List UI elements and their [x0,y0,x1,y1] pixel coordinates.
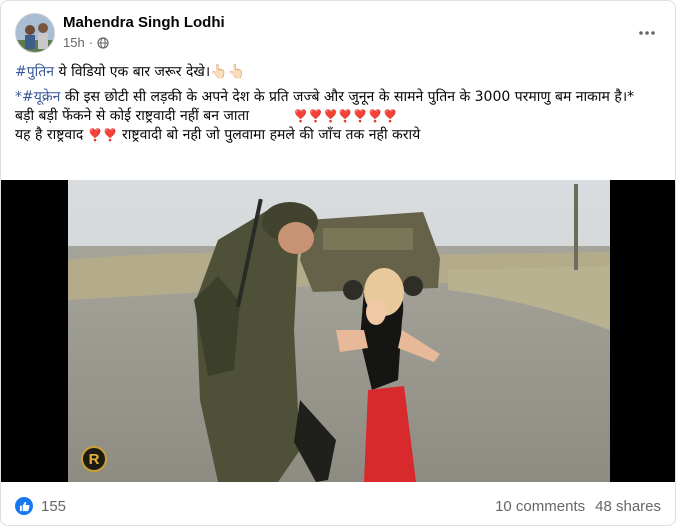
author-avatar[interactable] [15,13,55,53]
hearts-row-1: ❣️❣️❣️❣️❣️❣️❣️ [293,109,398,123]
post-header: Mahendra Singh Lodhi 15h · [15,13,661,53]
author-name[interactable]: Mahendra Singh Lodhi [63,14,225,31]
engagement-counts: 10 comments 48 shares [495,498,661,515]
facebook-post: Mahendra Singh Lodhi 15h · #पुतिन ये विड… [0,0,676,526]
post-timestamp[interactable]: 15h [63,35,85,50]
hearts-row-2: ❣️❣️ [87,128,118,142]
avatar-image [16,14,54,52]
text-line-4-start: यह है राष्ट्रवाद [15,127,88,143]
shares-count[interactable]: 48 shares [595,498,661,515]
text-line-4: यह है राष्ट्रवाद ❣️❣️ राष्ट्रवादी बो नही… [15,126,661,145]
globe-icon [97,36,109,49]
more-options-button[interactable] [633,19,661,47]
text-line-1: #पुतिन ये विडियो एक बार जरूर देखे।👆🏻👆🏻 [15,63,661,82]
reaction-count[interactable]: 155 [41,498,66,515]
comments-count[interactable]: 10 comments [495,498,585,515]
text-line-2: *#यूक्रेन की इस छोटी सी लड़की के अपने दे… [15,88,661,107]
channel-logo-icon: R [81,446,107,472]
thumbs-up-icon [19,501,29,511]
meta-separator: · [88,35,94,50]
text-line-2-body: की इस छोटी सी लड़की के अपने देश के प्रति… [60,89,635,105]
post-footer: 155 10 comments 48 shares [15,493,661,519]
hashtag-ukraine[interactable]: #यूक्रेन [22,89,60,105]
text-line-1-body: ये विडियो एक बार जरूर देखे।👆🏻👆🏻 [54,64,246,80]
channel-logo-letter: R [88,450,100,468]
more-options-icon [639,31,655,35]
post-text: #पुतिन ये विडियो एक बार जरूर देखे।👆🏻👆🏻 *… [15,63,661,145]
video-frame [68,180,610,482]
post-meta: 15h · [63,35,109,50]
text-star: * [15,89,22,105]
text-line-3-body: बड़ी बड़ी फेंकने से कोई राष्ट्रवादी नहीं… [15,108,250,124]
text-line-3: बड़ी बड़ी फेंकने से कोई राष्ट्रवादी नहीं… [15,107,661,126]
text-line-4-end: राष्ट्रवादी बो नही जो पुलवामा हमले की जा… [117,127,421,143]
like-reaction-icon[interactable] [15,497,33,515]
video-player[interactable]: R [1,180,675,482]
hashtag-putin[interactable]: #पुतिन [15,64,54,80]
